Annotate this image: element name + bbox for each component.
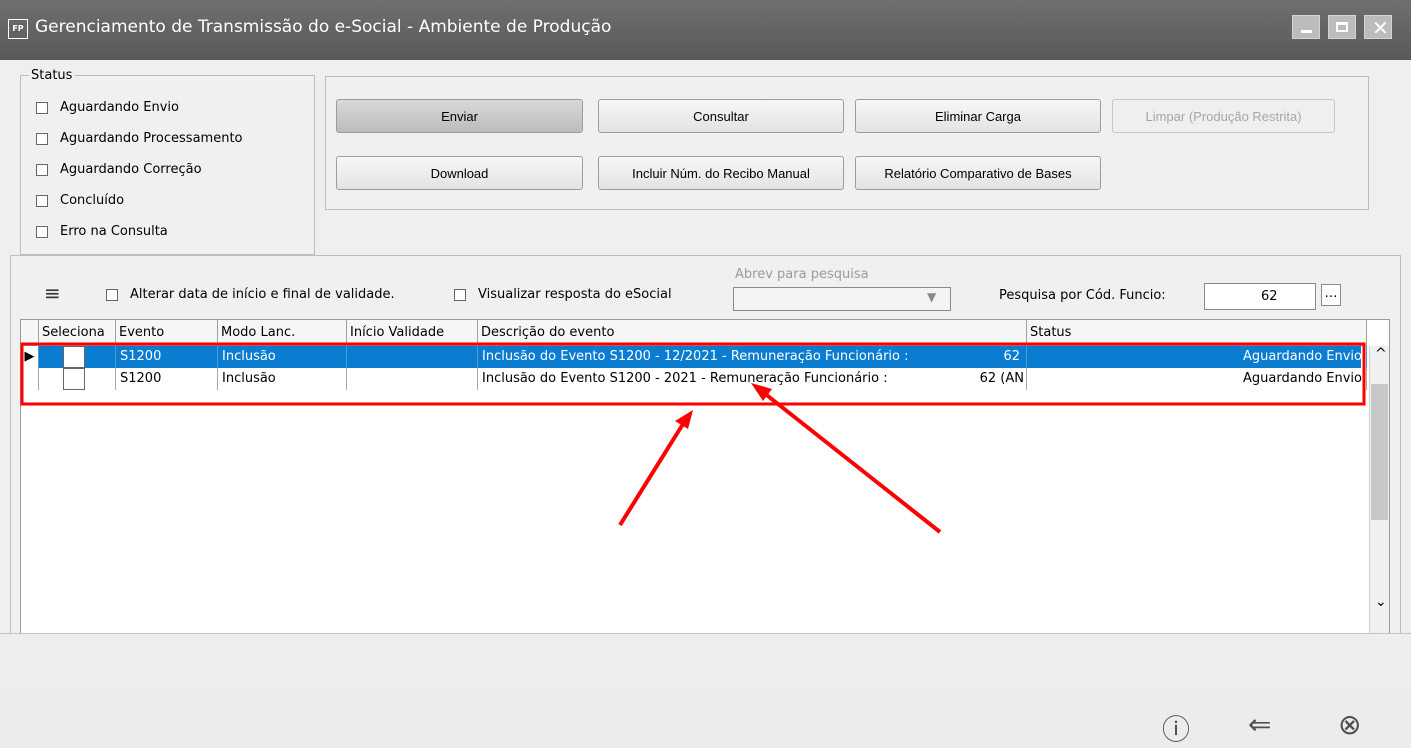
evento-cell: S1200	[116, 368, 218, 390]
status-checkbox-aguardando-correcao[interactable]: Aguardando Correção	[36, 162, 202, 177]
column-inicio: Início Validade	[347, 320, 478, 346]
checkbox-icon[interactable]	[63, 368, 85, 390]
cod-label: Pesquisa por Cód. Funcio:	[999, 288, 1166, 303]
minimize-icon	[1301, 30, 1312, 33]
cod-funcio-input[interactable]: 62	[1204, 283, 1316, 310]
relatorio-comparativo-button[interactable]: Relatório Comparativo de Bases	[855, 156, 1101, 190]
eliminar-carga-button[interactable]: Eliminar Carga	[855, 99, 1101, 133]
scroll-up-icon[interactable]: ^	[1375, 346, 1387, 362]
checkbox-icon[interactable]	[106, 288, 118, 301]
table-row[interactable]: ▶ S1200 Inclusão Inclusão do Evento S120…	[21, 346, 1367, 368]
select-cell[interactable]	[39, 346, 116, 368]
select-cell[interactable]	[39, 368, 116, 390]
checkbox-icon[interactable]	[36, 225, 48, 238]
status-checkbox-concluido[interactable]: Concluído	[36, 193, 124, 208]
status-checkbox-aguardando-processamento[interactable]: Aguardando Processamento	[36, 131, 243, 146]
minimize-button[interactable]	[1292, 15, 1320, 39]
checkbox-icon[interactable]	[36, 163, 48, 176]
visualizar-resposta-checkbox[interactable]: Visualizar resposta do eSocial	[454, 287, 672, 302]
abrev-label: Abrev para pesquisa	[735, 267, 869, 282]
incluir-recibo-button[interactable]: Incluir Núm. do Recibo Manual	[598, 156, 844, 190]
close-window-button[interactable]: ✕	[1364, 15, 1392, 40]
scroll-thumb[interactable]	[1371, 384, 1388, 520]
maximize-icon	[1336, 22, 1348, 32]
column-evento: Evento	[116, 320, 218, 346]
modo-cell: Inclusão	[218, 346, 347, 368]
column-descricao: Descrição do evento	[478, 320, 1027, 346]
close-circle-icon[interactable]: ⊗	[1338, 708, 1361, 741]
alterar-data-checkbox[interactable]: Alterar data de início e final de valida…	[106, 287, 395, 302]
filter-options-icon[interactable]: ≡	[44, 281, 68, 305]
status-bar	[0, 633, 1411, 690]
checkbox-icon[interactable]	[36, 132, 48, 145]
checkbox-icon[interactable]	[36, 194, 48, 207]
main-content: Status Aguardando Envio Aguardando Proce…	[0, 60, 1411, 746]
download-button[interactable]: Download	[336, 156, 583, 190]
descricao-cell: Inclusão do Evento S1200 - 2021 - Remune…	[478, 368, 1027, 390]
back-arrow-icon[interactable]: ⇐	[1248, 708, 1271, 741]
chevron-down-icon: ▼	[927, 290, 937, 304]
enviar-button[interactable]: Enviar	[336, 99, 583, 133]
window-title: Gerenciamento de Transmissão do e-Social…	[35, 17, 612, 37]
help-icon[interactable]: ⓘ	[1162, 708, 1190, 748]
events-table: Seleciona Evento Modo Lanc. Início Valid…	[20, 319, 1390, 684]
status-checkbox-aguardando-envio[interactable]: Aguardando Envio	[36, 100, 179, 115]
abrev-select[interactable]	[733, 287, 951, 311]
consultar-button[interactable]: Consultar	[598, 99, 844, 133]
row-pointer-icon: ▶	[21, 346, 39, 368]
status-group: Status Aguardando Envio Aguardando Proce…	[20, 68, 315, 255]
column-selector	[21, 320, 39, 346]
limpar-button: Limpar (Produção Restrita)	[1112, 99, 1335, 133]
inicio-cell	[347, 368, 478, 390]
status-group-title: Status	[29, 68, 75, 83]
status-cell: Aguardando Envio	[1027, 368, 1367, 390]
column-seleciona: Seleciona	[39, 320, 116, 346]
maximize-button[interactable]	[1328, 15, 1356, 39]
titlebar: FP Gerenciamento de Transmissão do e-Soc…	[0, 0, 1411, 60]
column-modo: Modo Lanc.	[218, 320, 347, 346]
column-status: Status	[1027, 320, 1367, 346]
checkbox-icon[interactable]	[454, 288, 466, 301]
actions-group: Enviar Consultar Eliminar Carga Limpar (…	[325, 76, 1369, 210]
close-icon: ✕	[1372, 16, 1389, 40]
inicio-cell	[347, 346, 478, 368]
modo-cell: Inclusão	[218, 368, 347, 390]
row-indicator	[21, 368, 39, 390]
status-cell: Aguardando Envio	[1027, 346, 1367, 368]
lookup-button[interactable]: …	[1321, 284, 1341, 306]
checkbox-icon[interactable]	[63, 346, 85, 368]
evento-cell: S1200	[116, 346, 218, 368]
table-row[interactable]: S1200 Inclusão Inclusão do Evento S1200 …	[21, 368, 1367, 390]
app-logo-icon: FP	[8, 19, 28, 39]
status-checkbox-erro-consulta[interactable]: Erro na Consulta	[36, 224, 168, 239]
checkbox-icon[interactable]	[36, 101, 48, 114]
scroll-down-icon[interactable]: ⌄	[1375, 594, 1387, 610]
descricao-cell: Inclusão do Evento S1200 - 12/2021 - Rem…	[478, 346, 1027, 368]
